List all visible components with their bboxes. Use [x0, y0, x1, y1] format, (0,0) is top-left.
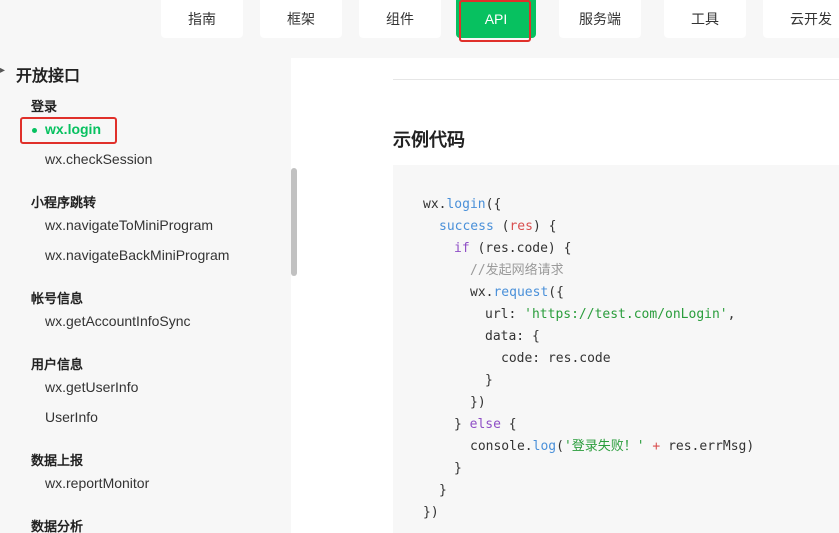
sidebar-item-navigate-to-miniprogram[interactable]: wx.navigateToMiniProgram — [45, 217, 213, 233]
tab-server[interactable]: 服务端 — [559, 0, 641, 38]
code-line: } — [454, 461, 462, 476]
sidebar-item-wx-login[interactable]: wx.login — [45, 121, 101, 137]
sidebar-group-miniprogram-nav: 小程序跳转 — [31, 195, 97, 210]
sidebar-group-user-info: 用户信息 — [31, 357, 84, 372]
code-line: //发起网络请求 — [470, 263, 564, 278]
sidebar-item-wx-checksession[interactable]: wx.checkSession — [45, 151, 152, 167]
code-line: } — [439, 483, 447, 498]
sidebar-item-report-monitor[interactable]: wx.reportMonitor — [45, 475, 149, 491]
code-line: console.log('登录失败！' + res.errMsg) — [470, 439, 755, 454]
sidebar: ▸ 开放接口 登录 wx.login wx.checkSession 小程序跳转… — [0, 58, 291, 533]
sidebar-scrollbar[interactable] — [291, 168, 297, 276]
code-line: }) — [470, 395, 486, 410]
tab-guide[interactable]: 指南 — [161, 0, 243, 38]
sidebar-item-navigate-back-miniprogram[interactable]: wx.navigateBackMiniProgram — [45, 247, 229, 263]
section-heading: 示例代码 — [393, 130, 465, 150]
sidebar-section-title: 开放接口 — [16, 68, 81, 85]
code-line: wx.request({ — [470, 285, 564, 300]
tab-cloud-dev[interactable]: 云开发 — [763, 0, 839, 38]
code-line: data: { — [485, 329, 540, 344]
active-dot-icon — [32, 128, 37, 133]
tab-tools[interactable]: 工具 — [664, 0, 746, 38]
code-line: success (res) { — [439, 219, 557, 234]
code-line: } — [485, 373, 493, 388]
tab-framework[interactable]: 框架 — [260, 0, 342, 38]
sidebar-item-get-user-info[interactable]: wx.getUserInfo — [45, 379, 138, 395]
code-line: wx.login({ — [423, 197, 502, 212]
sidebar-item-get-account-info-sync[interactable]: wx.getAccountInfoSync — [45, 313, 191, 329]
tab-api[interactable]: API — [456, 0, 536, 38]
code-line: } else { — [454, 417, 517, 432]
code-line: }) — [423, 505, 439, 520]
code-line: code: res.code — [501, 351, 611, 366]
sidebar-item-userinfo[interactable]: UserInfo — [45, 409, 98, 425]
top-nav: 指南 框架 组件 API 服务端 工具 云开发 — [0, 0, 839, 58]
sidebar-group-account-info: 帐号信息 — [31, 291, 84, 306]
sidebar-group-data-report: 数据上报 — [31, 453, 84, 468]
expand-caret-icon[interactable]: ▸ — [0, 65, 8, 76]
content-divider — [393, 79, 839, 80]
code-line: url: 'https://test.com/onLogin', — [485, 307, 736, 322]
sidebar-group-login: 登录 — [31, 99, 58, 114]
tab-components[interactable]: 组件 — [359, 0, 441, 38]
code-line: if (res.code) { — [454, 241, 572, 256]
sidebar-group-data-analysis: 数据分析 — [31, 519, 84, 533]
